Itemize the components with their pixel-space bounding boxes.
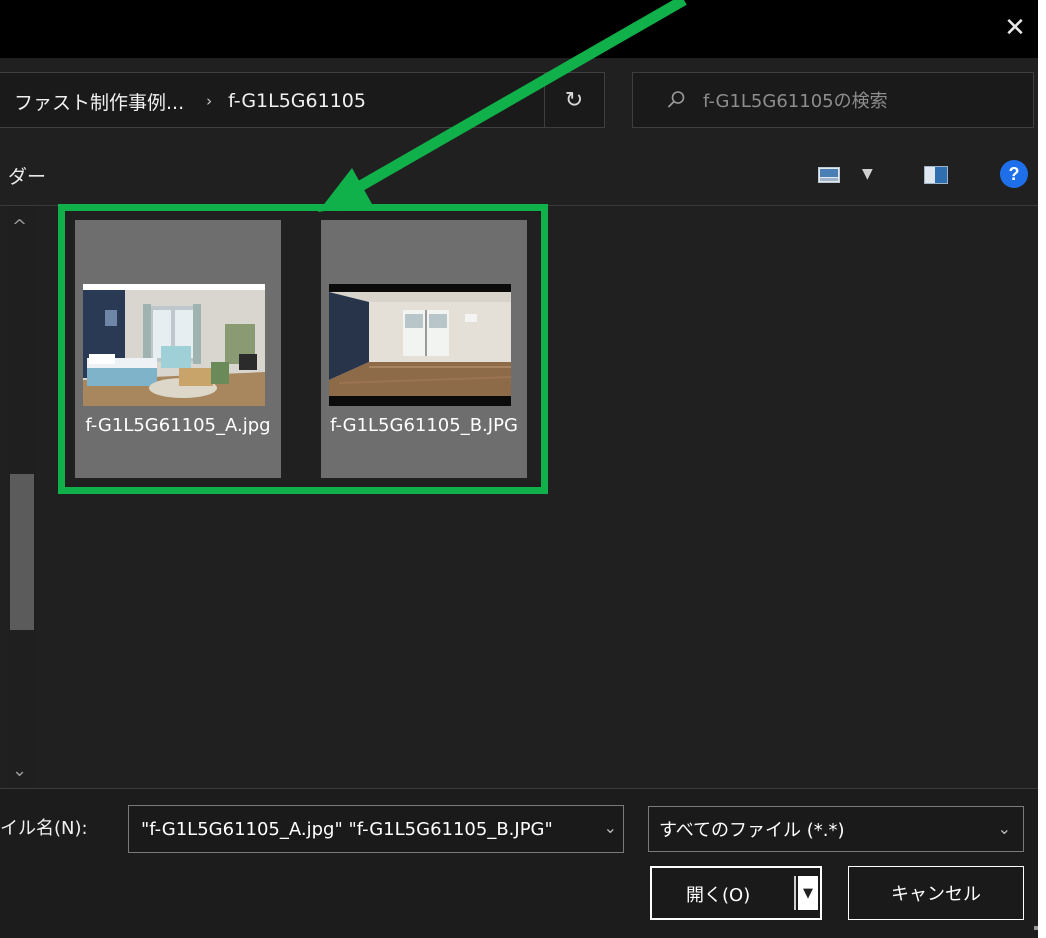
refresh-button[interactable]: ↻ [544,73,603,127]
close-button[interactable]: ✕ [1000,10,1030,46]
close-icon: ✕ [1004,13,1026,43]
scrollbar-thumb[interactable] [10,474,34,630]
toolbar: ダー [0,150,1038,206]
refresh-icon: ↻ [564,87,584,113]
open-button-label: 開く(O) [686,885,751,906]
new-folder-button[interactable]: ダー [8,162,46,189]
search-input[interactable]: f-G1L5G61105の検索 [632,72,1034,128]
file-tile[interactable]: f-G1L5G61105_A.jpg [75,220,281,478]
resize-grip-icon[interactable] [1034,926,1038,930]
preview-pane-icon[interactable] [924,166,948,184]
view-dropdown-icon[interactable]: ▼ [862,166,873,182]
chevron-down-icon: ⌄ [503,93,515,109]
cancel-button[interactable]: キャンセル [848,866,1024,920]
scroll-up-icon[interactable]: ^ [12,216,27,237]
filetype-select[interactable]: すべてのファイル (*.*) ⌄ [648,806,1024,852]
toolbar-divider [0,205,1038,206]
image-thumbnail [329,284,511,406]
breadcrumb-current[interactable]: f-G1L5G61105 [228,90,366,112]
image-thumbnail [83,284,265,406]
open-dropdown-icon[interactable]: ▼ [798,876,818,910]
filename-input[interactable]: "f-G1L5G61105_A.jpg" "f-G1L5G61105_B.JPG… [128,805,624,853]
search-placeholder: f-G1L5G61105の検索 [703,91,888,112]
title-bar: ✕ [0,0,1038,58]
breadcrumb-separator-icon[interactable]: › [206,92,212,110]
file-name: f-G1L5G61105_B.JPG [330,415,518,436]
open-button-divider [794,876,796,910]
chevron-down-icon[interactable]: ⌄ [998,819,1011,838]
help-icon[interactable]: ? [1000,160,1028,188]
file-name: f-G1L5G61105_A.jpg [85,415,271,436]
view-icon[interactable] [818,167,840,183]
filename-value[interactable]: "f-G1L5G61105_A.jpg" "f-G1L5G61105_B.JPG… [141,819,593,840]
breadcrumb-parent[interactable]: ファスト制作事例... [14,88,184,115]
open-button[interactable]: 開く(O) ▼ [650,866,822,920]
chevron-down-icon[interactable]: ⌄ [604,818,617,837]
address-bar[interactable]: ファスト制作事例... › f-G1L5G61105 ⌄ ↻ [0,72,605,128]
search-icon [663,90,689,110]
breadcrumb: ファスト制作事例... › f-G1L5G61105 [14,73,366,129]
scroll-down-icon[interactable]: ⌄ [12,760,27,781]
file-open-dialog: ✕ ファスト制作事例... › f-G1L5G61105 ⌄ ↻ f-G1L5G… [0,0,1038,938]
filename-label: イル名(N): [0,818,88,839]
filetype-value: すべてのファイル (*.*) [659,820,845,841]
address-history-dropdown[interactable]: ⌄ [496,89,522,113]
file-tile[interactable]: f-G1L5G61105_B.JPG [321,220,527,478]
